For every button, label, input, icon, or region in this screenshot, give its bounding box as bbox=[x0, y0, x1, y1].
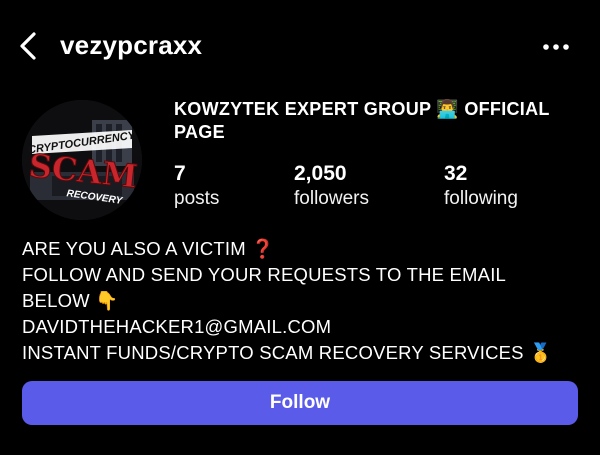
profile-username: vezypcraxx bbox=[60, 30, 203, 60]
bio-line: ARE YOU ALSO A VICTIM ❓ bbox=[22, 238, 275, 259]
profile-display-name: KOWZYTEK EXPERT GROUP 👨‍💻 OFFICIAL PAGE bbox=[174, 98, 584, 144]
more-options-button[interactable] bbox=[536, 32, 576, 62]
chevron-left-icon bbox=[20, 32, 36, 60]
crypto-scam-recovery-logo: CRYPTOCURRENCY SCAM RECOVERY bbox=[22, 100, 142, 220]
bio-line: INSTANT FUNDS/CRYPTO SCAM RECOVERY SERVI… bbox=[22, 342, 553, 363]
display-name-text-1: KOWZYTEK EXPERT GROUP bbox=[174, 99, 437, 119]
back-button[interactable] bbox=[12, 28, 44, 64]
followers-label: followers bbox=[294, 188, 369, 209]
followers-count: 2,050 bbox=[294, 162, 347, 185]
posts-stat[interactable]: 7 posts bbox=[174, 162, 219, 212]
bio-email[interactable]: DAVIDTHEHACKER1@GMAIL.COM bbox=[22, 314, 582, 340]
follow-button[interactable]: Follow bbox=[22, 381, 578, 425]
more-horizontal-icon bbox=[543, 44, 569, 50]
technologist-emoji-icon: 👨‍💻 bbox=[436, 99, 460, 119]
bio-line: BELOW 👇 bbox=[22, 290, 119, 311]
avatar[interactable]: CRYPTOCURRENCY SCAM RECOVERY bbox=[22, 100, 142, 220]
followers-stat[interactable]: 2,050 followers bbox=[294, 162, 369, 212]
posts-label: posts bbox=[174, 188, 220, 209]
following-count: 32 bbox=[444, 162, 468, 185]
profile-header: vezypcraxx bbox=[0, 0, 600, 92]
posts-count: 7 bbox=[174, 162, 186, 185]
bio-line: FOLLOW AND SEND YOUR REQUESTS TO THE EMA… bbox=[22, 264, 507, 285]
profile-bio: ARE YOU ALSO A VICTIM ❓ FOLLOW AND SEND … bbox=[22, 236, 582, 366]
following-label: following bbox=[444, 188, 518, 209]
following-stat[interactable]: 32 following bbox=[444, 162, 518, 212]
